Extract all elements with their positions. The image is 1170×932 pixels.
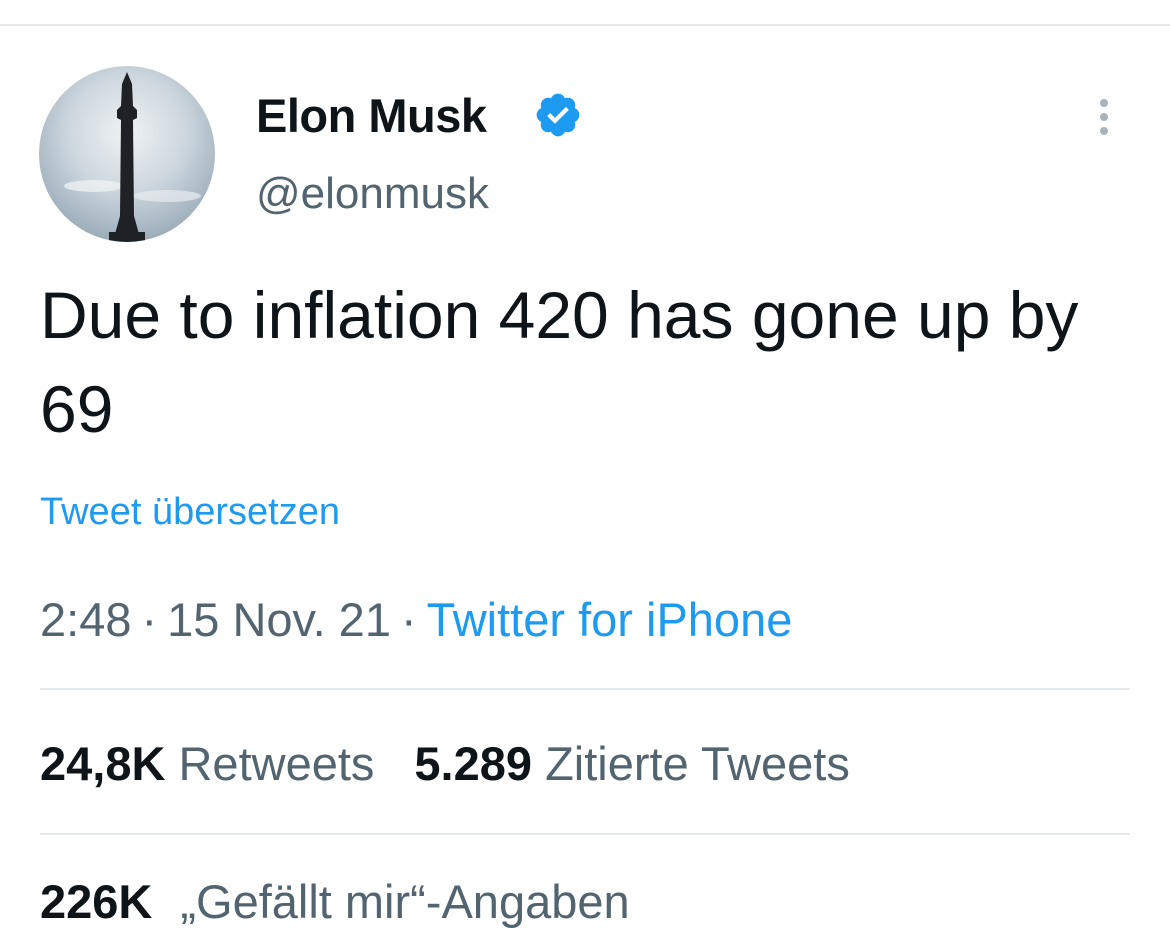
meta-separator: · [141, 593, 158, 646]
tweet-time[interactable]: 2:48 [40, 593, 131, 646]
retweets-label: Retweets [178, 737, 375, 790]
tweet-text: Due to inflation 420 has gone up by 69 [40, 278, 1079, 446]
author-handle[interactable]: @elonmusk [256, 166, 489, 222]
translate-tweet-link[interactable]: Tweet übersetzen [40, 488, 340, 536]
divider [40, 688, 1130, 690]
likes-count: 226K [40, 875, 153, 928]
quote-tweets-label: Zitierte Tweets [545, 737, 850, 790]
meta-separator: · [400, 593, 417, 646]
retweets-count: 24,8K [40, 737, 166, 790]
likes-label: „Gefällt mir“-Angaben [180, 875, 630, 928]
tweet-source-link[interactable]: Twitter for iPhone [427, 593, 793, 646]
author-name[interactable]: Elon Musk [256, 86, 487, 146]
quote-tweets-stat[interactable]: 5.289 Zitierte Tweets [414, 737, 849, 790]
avatar[interactable] [39, 66, 215, 242]
likes-stat[interactable]: 226K „Gefällt mir“-Angaben [40, 872, 630, 932]
top-divider [0, 24, 1170, 26]
more-options-icon[interactable] [1090, 95, 1118, 139]
tweet-date[interactable]: 15 Nov. 21 [167, 593, 391, 646]
divider [40, 833, 1130, 835]
quote-tweets-count: 5.289 [414, 737, 533, 790]
avatar-image [64, 72, 201, 242]
tweet-meta: 2:48 · 15 Nov. 21 · Twitter for iPhone [40, 590, 792, 650]
retweets-stat[interactable]: 24,8K Retweets [40, 737, 374, 790]
verified-badge-icon [536, 93, 580, 137]
tweet-stats: 24,8K Retweets 5.289 Zitierte Tweets [40, 734, 850, 794]
